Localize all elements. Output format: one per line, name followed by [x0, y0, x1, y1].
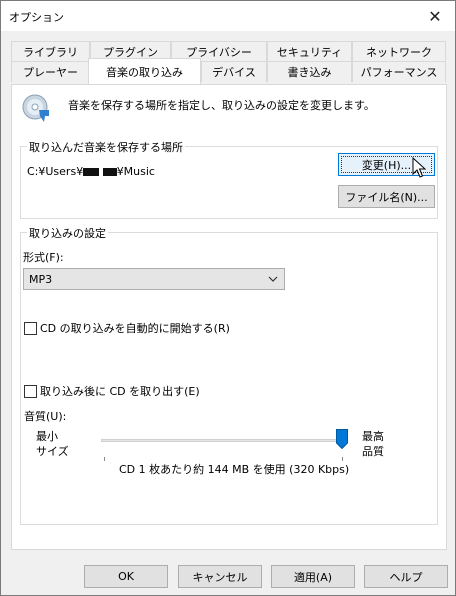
min-size-label-1: 最小	[36, 430, 58, 443]
tab-rip-music[interactable]: 音楽の取り込み	[88, 58, 201, 84]
max-quality-label-1: 最高	[362, 430, 384, 443]
format-select[interactable]: MP3	[23, 268, 285, 290]
close-icon: ✕	[428, 6, 442, 26]
ok-button[interactable]: OK	[84, 565, 168, 588]
quality-slider-thumb[interactable]	[336, 429, 348, 449]
chevron-down-icon	[268, 276, 278, 282]
redacted-username	[83, 168, 100, 176]
save-path-prefix: C:¥Users¥	[27, 165, 84, 178]
apply-button[interactable]: 適用(A)	[271, 565, 355, 588]
save-location-label: 取り込んだ音楽を保存する場所	[27, 139, 185, 155]
format-value: MP3	[29, 273, 53, 286]
cd-rip-icon	[22, 94, 49, 122]
slider-tick	[104, 457, 105, 461]
auto-rip-checkbox-row[interactable]: CD の取り込みを自動的に開始する(R)	[24, 320, 230, 336]
window-title: オプション	[9, 11, 64, 24]
mouse-cursor-icon	[412, 157, 427, 178]
tab-network[interactable]: ネットワーク	[352, 41, 446, 62]
file-name-button[interactable]: ファイル名(N)...	[338, 185, 435, 208]
header-description: 音楽を保存する場所を指定し、取り込みの設定を変更します。	[68, 99, 375, 112]
auto-rip-checkbox[interactable]	[24, 321, 37, 335]
save-location-group: 取り込んだ音楽を保存する場所 C:¥Users¥ ¥Music 変更(H)...…	[20, 139, 438, 219]
redacted-username-2	[102, 168, 117, 176]
quality-label: 音質(U):	[24, 410, 67, 423]
quality-slider-track[interactable]	[101, 439, 348, 442]
tab-devices[interactable]: デバイス	[201, 61, 267, 82]
options-dialog: オプション ✕ ライブラリ プラグイン プライバシー セキュリティ ネットワーク…	[0, 0, 456, 596]
tab-burn[interactable]: 書き込み	[267, 61, 352, 82]
help-button[interactable]: ヘルプ	[364, 565, 448, 588]
auto-rip-label: CD の取り込みを自動的に開始する(R)	[40, 322, 230, 335]
tab-player[interactable]: プレーヤー	[11, 61, 90, 82]
rip-music-panel: 音楽を保存する場所を指定し、取り込みの設定を変更します。 取り込んだ音楽を保存す…	[11, 84, 447, 550]
max-quality-label-2: 品質	[362, 445, 384, 458]
close-button[interactable]: ✕	[415, 1, 455, 31]
title-bar: オプション ✕	[1, 1, 455, 31]
min-size-label-2: サイズ	[36, 445, 69, 458]
tab-performance[interactable]: パフォーマンス	[352, 61, 446, 82]
eject-checkbox[interactable]	[24, 384, 37, 398]
tab-security[interactable]: セキュリティ	[267, 41, 352, 62]
tab-library[interactable]: ライブラリ	[11, 41, 90, 62]
eject-checkbox-row[interactable]: 取り込み後に CD を取り出す(E)	[24, 383, 200, 399]
rip-settings-label: 取り込みの設定	[27, 225, 108, 241]
eject-label: 取り込み後に CD を取り出す(E)	[40, 385, 200, 398]
cancel-button[interactable]: キャンセル	[178, 565, 262, 588]
quality-info: CD 1 枚あたり約 144 MB を使用 (320 Kbps)	[119, 463, 350, 476]
save-path: C:¥Users¥ ¥Music	[27, 165, 155, 178]
format-label: 形式(F):	[23, 251, 64, 264]
save-path-suffix: ¥Music	[116, 165, 155, 178]
tab-strip: ライブラリ プラグイン プライバシー セキュリティ ネットワーク プレーヤー 音…	[11, 39, 446, 85]
